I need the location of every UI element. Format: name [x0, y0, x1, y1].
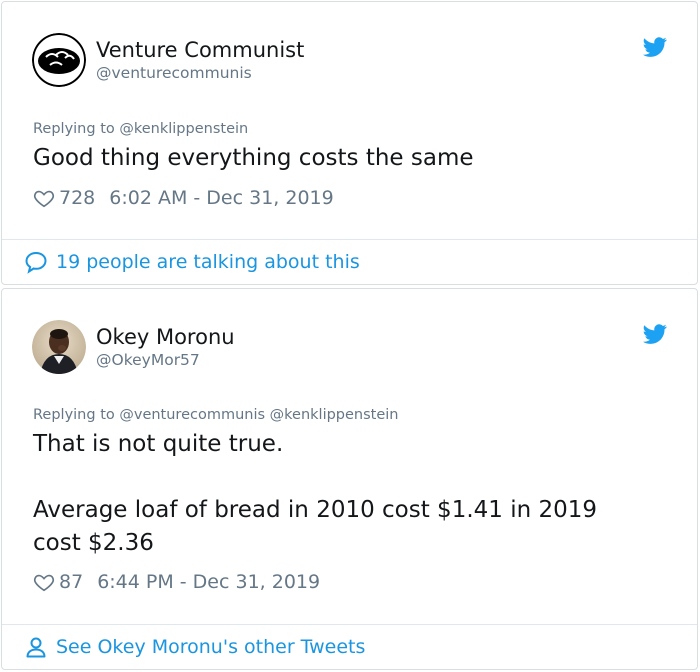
twitter-bird-icon[interactable] — [643, 35, 667, 59]
tweet-text-line: cost $2.36 — [33, 530, 154, 556]
like-count[interactable]: 87 — [59, 571, 83, 593]
tweet-text-line: Average loaf of bread in 2010 cost $1.41… — [33, 497, 598, 523]
replying-to: Replying to @venturecommunis @kenklippen… — [33, 407, 399, 423]
tweet-text-line: Good thing everything costs the same — [33, 145, 474, 171]
tweet-header: Okey Moronu @OkeyMor57 — [32, 319, 235, 375]
display-name[interactable]: Venture Communist — [96, 37, 304, 63]
replying-to: Replying to @kenklippenstein — [33, 121, 248, 137]
replying-prefix: Replying to — [33, 407, 115, 423]
like-count[interactable]: 728 — [59, 187, 95, 209]
heart-icon[interactable] — [33, 571, 55, 593]
timestamp[interactable]: 6:02 AM - Dec 31, 2019 — [109, 187, 333, 209]
person-icon — [26, 637, 46, 658]
tweet-text: Good thing everything costs the same — [33, 142, 474, 175]
other-tweets-label: See Okey Moronu's other Tweets — [56, 636, 366, 658]
tweet-text-line: That is not quite true. — [33, 431, 284, 457]
mention-link[interactable]: @venturecommunis @kenklippenstein — [119, 407, 398, 423]
tweet-meta: 87 6:44 PM - Dec 31, 2019 — [33, 571, 320, 593]
avatar[interactable] — [32, 33, 86, 87]
tweet-header: Venture Communist @venturecommunis — [32, 32, 304, 88]
comment-bubble-icon — [25, 251, 47, 274]
timestamp[interactable]: 6:44 PM - Dec 31, 2019 — [97, 571, 320, 593]
avatar[interactable] — [32, 320, 86, 374]
heart-icon[interactable] — [33, 187, 55, 209]
replying-prefix: Replying to — [33, 121, 115, 137]
twitter-bird-icon[interactable] — [643, 322, 667, 346]
divider — [2, 624, 697, 625]
divider — [2, 239, 697, 240]
tweet-card: Okey Moronu @OkeyMor57 Replying to @vent… — [1, 288, 698, 670]
handle[interactable]: @venturecommunis — [96, 63, 304, 83]
tweet-text: That is not quite true. Average loaf of … — [33, 428, 597, 560]
tweet-card: Venture Communist @venturecommunis Reply… — [1, 1, 698, 285]
tweet-text-line — [33, 461, 597, 494]
conversation-label: 19 people are talking about this — [56, 251, 360, 273]
tweet-meta: 728 6:02 AM - Dec 31, 2019 — [33, 187, 334, 209]
other-tweets-link[interactable]: See Okey Moronu's other Tweets — [24, 635, 365, 659]
conversation-link[interactable]: 19 people are talking about this — [24, 250, 360, 274]
mention-link[interactable]: @kenklippenstein — [119, 121, 248, 137]
display-name[interactable]: Okey Moronu — [96, 324, 235, 350]
handle[interactable]: @OkeyMor57 — [96, 350, 235, 370]
